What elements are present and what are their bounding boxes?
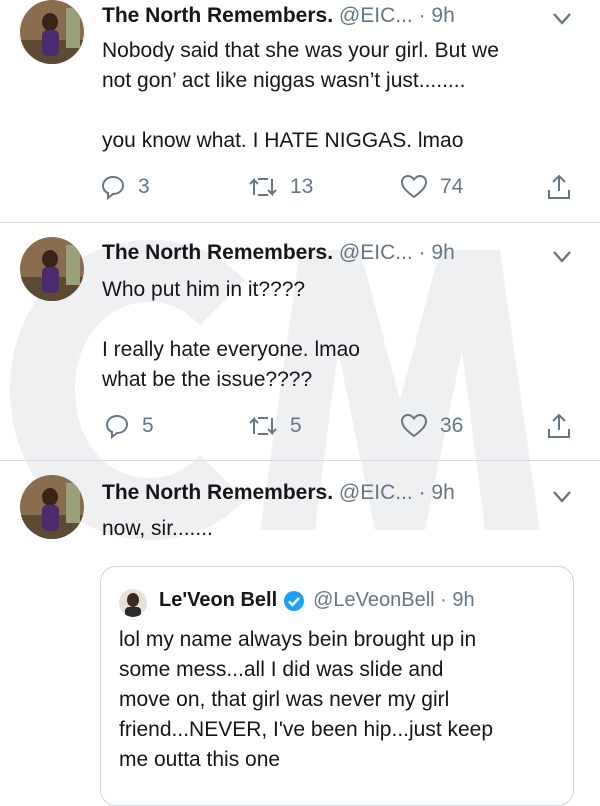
reply-count: 5 — [142, 414, 154, 437]
chevron-down-icon[interactable] — [552, 490, 572, 504]
share-icon — [548, 413, 570, 438]
like-button[interactable]: 36 — [400, 411, 463, 441]
author-name[interactable]: The North Remembers. — [102, 241, 333, 264]
tweet-text-line: Who put him in it???? — [102, 278, 306, 301]
reply-icon — [105, 414, 129, 439]
retweet-icon — [249, 177, 277, 197]
author-name[interactable]: The North Remembers. — [102, 481, 333, 504]
reply-count: 3 — [138, 175, 150, 198]
share-button[interactable] — [546, 172, 584, 202]
like-count: 74 — [440, 175, 464, 198]
reply-button[interactable]: 3 — [100, 172, 150, 202]
tweet-text-line: I really hate everyone. lmao — [102, 338, 360, 361]
tweet-text-line — [102, 305, 360, 335]
avatar[interactable] — [20, 475, 84, 539]
avatar[interactable] — [20, 237, 84, 301]
tweet-text-line: Nobody said that she was your girl. But … — [102, 39, 499, 62]
chevron-down-icon[interactable] — [552, 12, 572, 26]
retweet-icon — [249, 416, 277, 436]
handle-and-time[interactable]: @EIC... · 9h — [339, 241, 455, 264]
tweet-1[interactable]: The North Remembers. @EIC... · 9h Nobody… — [0, 0, 600, 222]
reply-icon — [101, 175, 125, 200]
retweet-count: 5 — [290, 414, 302, 437]
share-button[interactable] — [546, 411, 584, 441]
retweet-button[interactable]: 5 — [248, 411, 302, 441]
like-icon — [400, 174, 428, 199]
avatar[interactable] — [20, 0, 84, 64]
share-icon — [548, 174, 570, 199]
tweet-text-line: what be the issue???? — [102, 368, 313, 391]
like-button[interactable]: 74 — [400, 172, 463, 202]
retweet-button[interactable]: 13 — [248, 172, 313, 202]
author-name[interactable]: The North Remembers. — [102, 4, 333, 27]
tweet-text-line: not gon’ act like niggas wasn’t just....… — [102, 69, 466, 92]
tweet-3[interactable]: The North Remembers. @EIC... · 9h now, s… — [0, 461, 600, 787]
like-icon — [400, 413, 428, 438]
reply-button[interactable]: 5 — [104, 411, 154, 441]
tweet-text-line — [102, 96, 499, 126]
tweet-2[interactable]: The North Remembers. @EIC... · 9h Who pu… — [0, 223, 600, 460]
retweet-count: 13 — [290, 175, 314, 198]
like-count: 36 — [440, 414, 464, 437]
handle-and-time[interactable]: @EIC... · 9h — [339, 481, 455, 504]
chevron-down-icon[interactable] — [552, 250, 572, 264]
tweet-text-line: now, sir....... — [102, 517, 213, 540]
tweet-text-line: you know what. I HATE NIGGAS. lmao — [102, 129, 464, 152]
handle-and-time[interactable]: @EIC... · 9h — [339, 4, 455, 27]
